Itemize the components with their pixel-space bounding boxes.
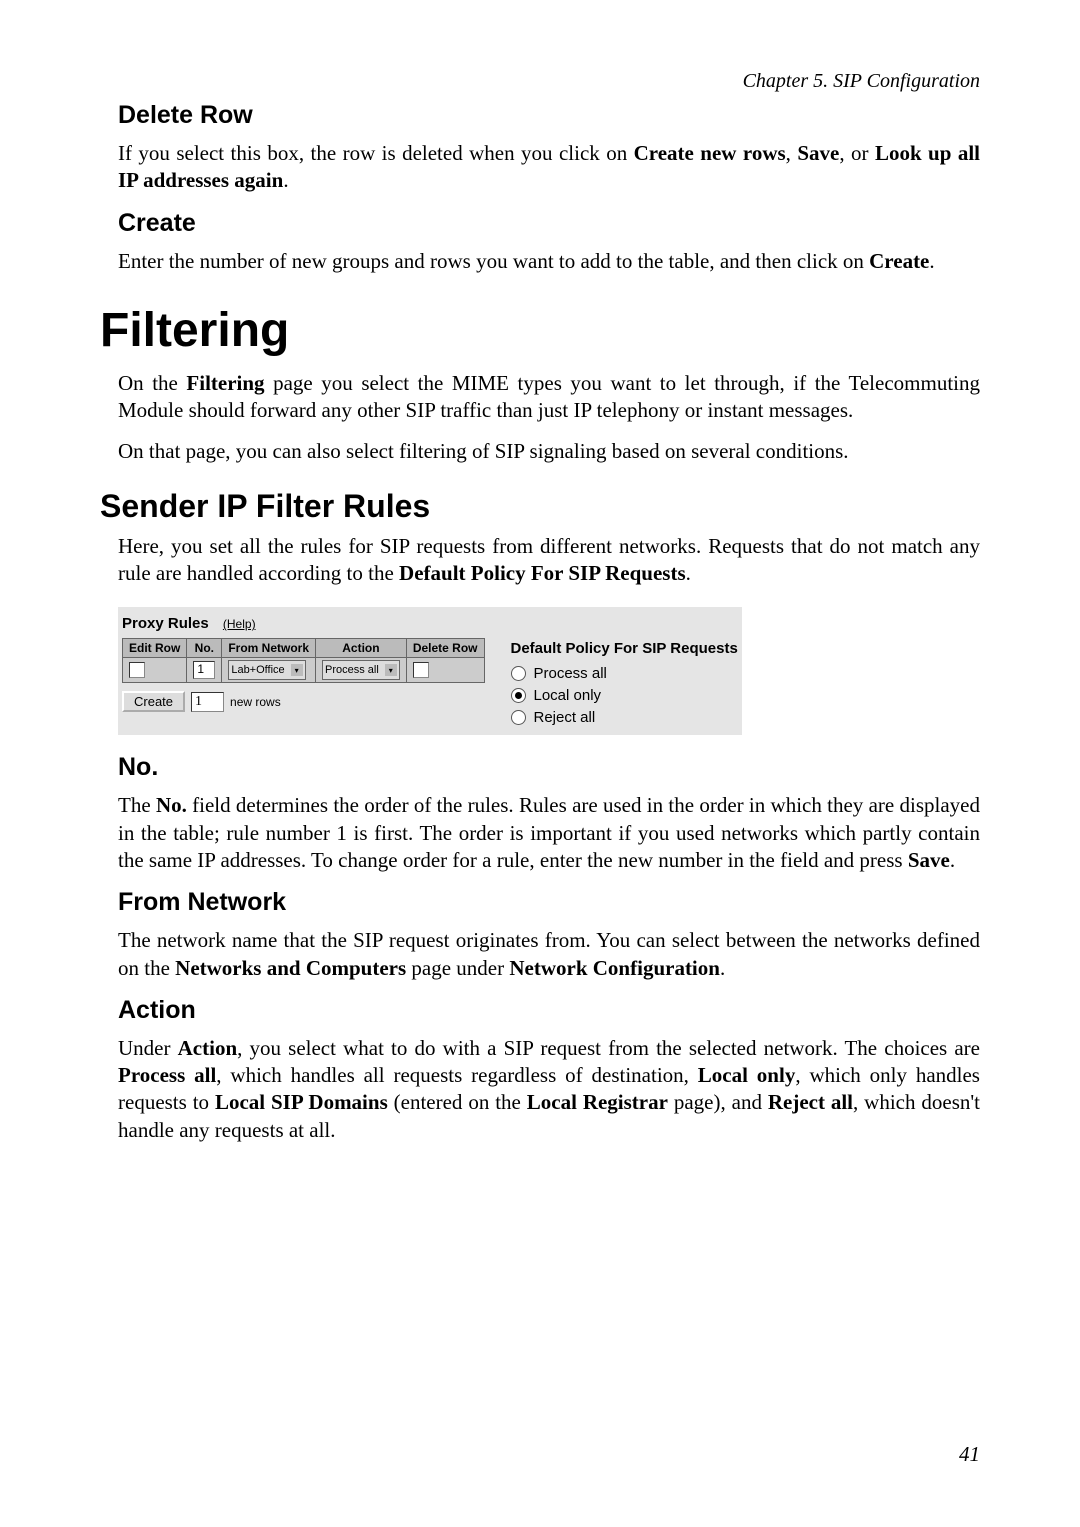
table-header-row: Edit Row No. From Network Action Delete … (123, 639, 485, 658)
bold-local-sip-domains: Local SIP Domains (215, 1090, 388, 1114)
radio-process-all[interactable] (511, 666, 526, 681)
action-value: Process all (325, 664, 379, 676)
text: . (686, 561, 691, 585)
bold-filtering: Filtering (186, 371, 264, 395)
bold-reject-all: Reject all (768, 1090, 853, 1114)
chevron-down-icon: ▾ (385, 664, 397, 676)
col-from-network: From Network (222, 639, 316, 658)
sender-rules-paragraph: Here, you set all the rules for SIP requ… (118, 533, 980, 588)
chevron-down-icon: ▾ (291, 664, 303, 676)
from-network-value: Lab+Office (231, 664, 284, 676)
col-no: No. (187, 639, 222, 658)
text: , or (839, 141, 875, 165)
sender-ip-filter-rules-heading: Sender IP Filter Rules (100, 488, 980, 525)
radio-label-local-only: Local only (534, 687, 602, 704)
text: page under (406, 956, 509, 980)
bold-create-new-rows: Create new rows (634, 141, 786, 165)
text: , you select what to do with a SIP reque… (237, 1036, 980, 1060)
radio-dot-icon (515, 692, 522, 699)
page-number: 41 (959, 1442, 980, 1467)
delete-row-paragraph: If you select this box, the row is delet… (118, 140, 980, 195)
proxy-rules-title: Proxy Rules (122, 615, 209, 632)
create-count-input[interactable]: 1 (191, 692, 224, 712)
text: . (283, 168, 288, 192)
delete-row-heading: Delete Row (118, 101, 980, 130)
col-edit-row: Edit Row (123, 639, 187, 658)
text: , which handles all requests regardless … (216, 1063, 697, 1087)
bold-local-registrar: Local Registrar (527, 1090, 668, 1114)
text: field determines the order of the rules.… (118, 793, 980, 872)
help-link[interactable]: (Help) (223, 617, 256, 631)
text: page), and (668, 1090, 768, 1114)
create-button[interactable]: Create (122, 691, 185, 712)
bold-action: Action (178, 1036, 238, 1060)
proxy-rules-widget: Proxy Rules (Help) Edit Row No. From Net… (118, 607, 742, 735)
radio-local-only[interactable] (511, 688, 526, 703)
action-heading: Action (118, 996, 980, 1025)
filtering-heading: Filtering (100, 303, 980, 358)
bold-save: Save (797, 141, 839, 165)
proxy-rules-table: Edit Row No. From Network Action Delete … (122, 638, 485, 683)
bold-no: No. (156, 793, 187, 817)
create-paragraph: Enter the number of new groups and rows … (118, 248, 980, 275)
edit-row-checkbox[interactable] (129, 662, 145, 678)
text: (entered on the (388, 1090, 527, 1114)
text: On the (118, 371, 186, 395)
radio-label-process-all: Process all (534, 665, 607, 682)
from-network-select[interactable]: Lab+Office ▾ (228, 660, 305, 680)
text: The (118, 793, 156, 817)
new-rows-label: new rows (230, 695, 281, 709)
no-input[interactable]: 1 (193, 661, 215, 679)
radio-label-reject-all: Reject all (534, 709, 596, 726)
text: . (950, 848, 955, 872)
bold-save: Save (908, 848, 950, 872)
no-heading: No. (118, 753, 980, 782)
text: . (929, 249, 934, 273)
text: Enter the number of new groups and rows … (118, 249, 869, 273)
bold-create: Create (869, 249, 929, 273)
bold-process-all: Process all (118, 1063, 216, 1087)
from-network-heading: From Network (118, 888, 980, 917)
bold-network-configuration: Network Configuration (509, 956, 720, 980)
text: . (720, 956, 725, 980)
filtering-para-2: On that page, you can also select filter… (118, 438, 980, 465)
text: , (786, 141, 798, 165)
text: Under (118, 1036, 178, 1060)
radio-reject-all[interactable] (511, 710, 526, 725)
text: If you select this box, the row is delet… (118, 141, 634, 165)
bold-networks-computers: Networks and Computers (175, 956, 406, 980)
rules-left-column: Edit Row No. From Network Action Delete … (122, 638, 485, 712)
chapter-header: Chapter 5. SIP Configuration (100, 70, 980, 93)
no-paragraph: The No. field determines the order of th… (118, 792, 980, 874)
table-row: 1 Lab+Office ▾ Process all ▾ (123, 658, 485, 683)
delete-row-checkbox[interactable] (413, 662, 429, 678)
from-network-paragraph: The network name that the SIP request or… (118, 927, 980, 982)
default-policy-column: Default Policy For SIP Requests Process … (511, 638, 738, 731)
create-heading: Create (118, 209, 980, 238)
filtering-para-1: On the Filtering page you select the MIM… (118, 370, 980, 425)
bold-local-only: Local only (698, 1063, 796, 1087)
default-policy-title: Default Policy For SIP Requests (511, 640, 738, 657)
action-select[interactable]: Process all ▾ (322, 660, 400, 680)
col-action: Action (316, 639, 407, 658)
col-delete-row: Delete Row (406, 639, 484, 658)
action-paragraph: Under Action, you select what to do with… (118, 1035, 980, 1144)
bold-default-policy: Default Policy For SIP Requests (399, 561, 686, 585)
